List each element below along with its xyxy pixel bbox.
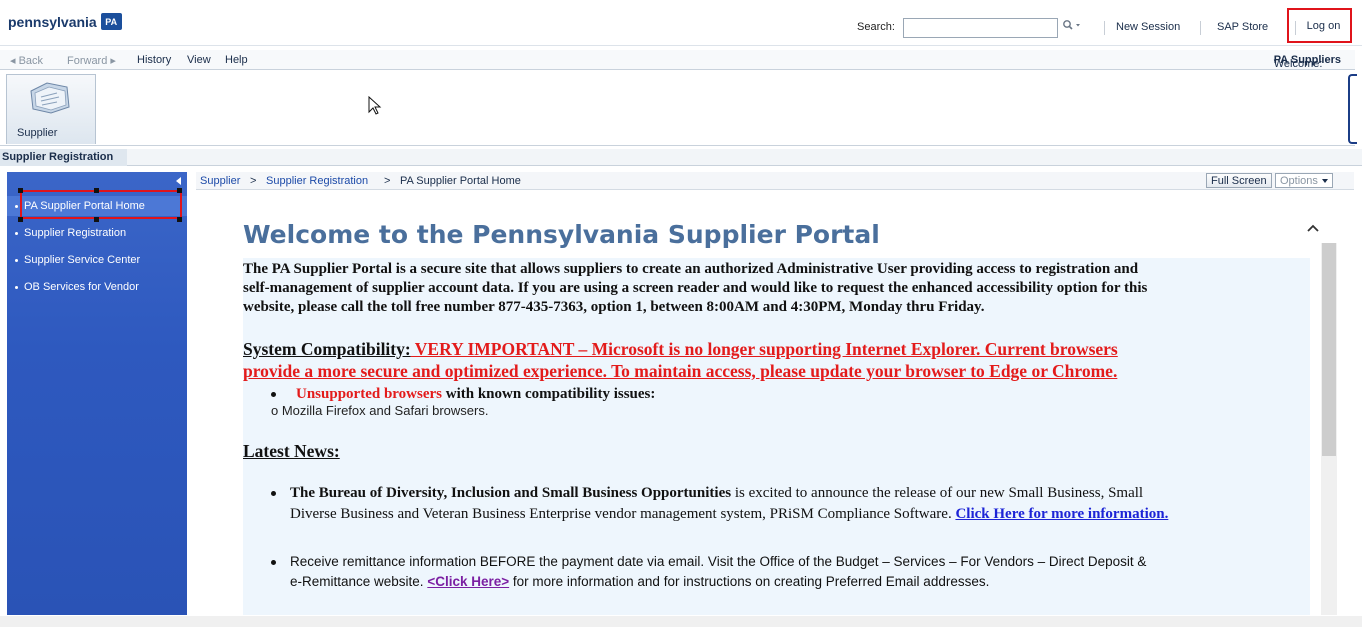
unsupported-browsers-label: Unsupported browsers [296, 386, 442, 402]
bullet-icon [15, 204, 18, 208]
welcome-text: Welcome: PA Suppliers [1274, 54, 1341, 70]
bullet-icon [15, 231, 18, 235]
breadcrumb-supplier[interactable]: Supplier [200, 175, 240, 187]
pa-keystone-icon: PA [100, 13, 122, 30]
sap-store-link[interactable]: SAP Store [1217, 21, 1268, 33]
bullet-icon [15, 258, 18, 262]
compatibility-warning-line-2: provide a more secure and optimized expe… [243, 361, 1118, 381]
bottom-status-strip [0, 616, 1362, 627]
header-separator [1200, 21, 1201, 35]
bullet-icon [271, 392, 276, 398]
news-item-1-line-2-text: Diverse Business and Veteran Business En… [290, 506, 956, 522]
collapse-arrow-icon[interactable] [176, 177, 181, 185]
subtab-supplier-registration[interactable]: Supplier Registration [0, 149, 128, 166]
news-item-2-pre: e-Remittance website. [290, 574, 428, 589]
help-menu[interactable]: Help [225, 54, 248, 66]
selection-handle [94, 217, 99, 222]
intro-line-2: self-management of supplier account data… [243, 280, 1148, 296]
unsupported-browsers-sub: o Mozilla Firefox and Safari browsers. [271, 403, 489, 418]
selection-handle [177, 188, 182, 193]
mouse-pointer-icon [368, 96, 382, 115]
side-panel-handle[interactable] [1348, 74, 1357, 144]
breadcrumb-current: PA Supplier Portal Home [400, 175, 521, 187]
role-tab-supplier[interactable]: Supplier [6, 74, 96, 144]
breadcrumb-supplier-registration[interactable]: Supplier Registration [266, 175, 368, 187]
selection-handle [177, 217, 182, 222]
news-item-1-line-1: The Bureau of Diversity, Inclusion and S… [271, 483, 1143, 503]
role-label: Supplier [17, 127, 58, 139]
news-item-2-text: Receive remittance information BEFORE th… [290, 554, 1147, 569]
content-frame: Welcome to the Pennsylvania Supplier Por… [196, 191, 1355, 615]
selection-handle [18, 217, 23, 222]
compatibility-warning-line-2-wrap: provide a more secure and optimized expe… [243, 361, 1117, 382]
welcome-prefix: Welcome: [1273, 58, 1323, 70]
news-item-2-link[interactable]: <Click Here> [427, 574, 509, 589]
forward-button[interactable]: Forward ▸ [67, 54, 116, 67]
breadcrumb: Supplier > Supplier Registration > PA Su… [196, 172, 1354, 190]
view-menu[interactable]: View [187, 54, 211, 66]
search-label: Search: [857, 21, 895, 33]
history-menu[interactable]: History [137, 54, 171, 66]
top-header: pennsylvania PA Search: New Session SAP … [0, 0, 1362, 46]
page-title: Welcome to the Pennsylvania Supplier Por… [243, 220, 880, 249]
header-separator [1104, 21, 1105, 35]
news-item-2-post: for more information and for instruction… [509, 574, 990, 589]
left-navigation-panel: PA Supplier Portal Home Supplier Registr… [7, 172, 187, 615]
nav-item-supplier-service-center[interactable]: Supplier Service Center [7, 250, 187, 270]
nav-item-supplier-registration[interactable]: Supplier Registration [7, 223, 187, 243]
log-on-button[interactable]: Log on [1287, 8, 1352, 43]
bullet-icon [15, 285, 18, 289]
chevron-down-icon [1321, 178, 1328, 183]
unsupported-browsers-text: with known compatibility issues: [442, 386, 656, 402]
bullet-icon [271, 559, 276, 565]
news-item-2-line-2: e-Remittance website. <Click Here> for m… [290, 572, 989, 592]
scroll-up-chevron-icon[interactable] [1307, 223, 1319, 233]
logo-text: pennsylvania [8, 13, 97, 30]
log-on-label: Log on [1306, 19, 1341, 32]
nav-item-ob-services-for-vendor[interactable]: OB Services for Vendor [7, 277, 187, 297]
intro-line-1: The PA Supplier Portal is a secure site … [243, 261, 1139, 277]
selection-handle [94, 188, 99, 193]
new-session-link[interactable]: New Session [1116, 21, 1180, 33]
back-button[interactable]: ◂ Back [10, 54, 43, 67]
supplier-folder-icon [30, 82, 70, 114]
news-item-1-link[interactable]: Click Here for more information. [955, 506, 1168, 522]
nav-item-label: Supplier Service Center [24, 254, 141, 266]
detail-navigation-bar: Supplier Registration [0, 149, 1362, 166]
bullet-icon [271, 491, 276, 497]
news-item-1-bold: The Bureau of Diversity, Inclusion and S… [290, 485, 732, 501]
options-button[interactable]: Options [1275, 173, 1333, 188]
search-magnifier-dropdown-icon[interactable] [1062, 19, 1082, 34]
search-input[interactable] [903, 18, 1058, 38]
breadcrumb-separator: > [384, 175, 391, 187]
nav-item-label: PA Supplier Portal Home [24, 200, 145, 212]
nav-item-pa-supplier-portal-home[interactable]: PA Supplier Portal Home [7, 196, 187, 216]
navigation-line: ◂ Back Forward ▸ History View Help Welco… [0, 50, 1355, 70]
breadcrumb-separator: > [250, 175, 257, 187]
nav-item-label: Supplier Registration [24, 227, 127, 239]
selection-handle [18, 188, 23, 193]
news-item-1-text: is excited to announce the release of ou… [731, 485, 1144, 501]
nav-item-label: OB Services for Vendor [24, 281, 139, 293]
compatibility-heading: System Compatibility: VERY IMPORTANT – M… [243, 339, 1118, 360]
options-label: Options [1280, 174, 1318, 187]
scrollbar-thumb[interactable] [1322, 243, 1336, 456]
news-item-2-line-1: Receive remittance information BEFORE th… [271, 552, 1146, 572]
compatibility-warning-line-1: VERY IMPORTANT – Microsoft is no longer … [410, 339, 1118, 359]
full-screen-button[interactable]: Full Screen [1206, 173, 1272, 188]
role-strip: Supplier [0, 72, 1355, 146]
intro-line-3: website, please call the toll free numbe… [243, 299, 985, 315]
compatibility-label: System Compatibility: [243, 339, 411, 359]
news-item-1-line-2: Diverse Business and Veteran Business En… [290, 504, 1168, 524]
pennsylvania-logo[interactable]: pennsylvania PA [8, 13, 122, 30]
latest-news-heading: Latest News: [243, 441, 340, 461]
unsupported-browsers-bullet: Unsupported browsers with known compatib… [271, 385, 655, 403]
